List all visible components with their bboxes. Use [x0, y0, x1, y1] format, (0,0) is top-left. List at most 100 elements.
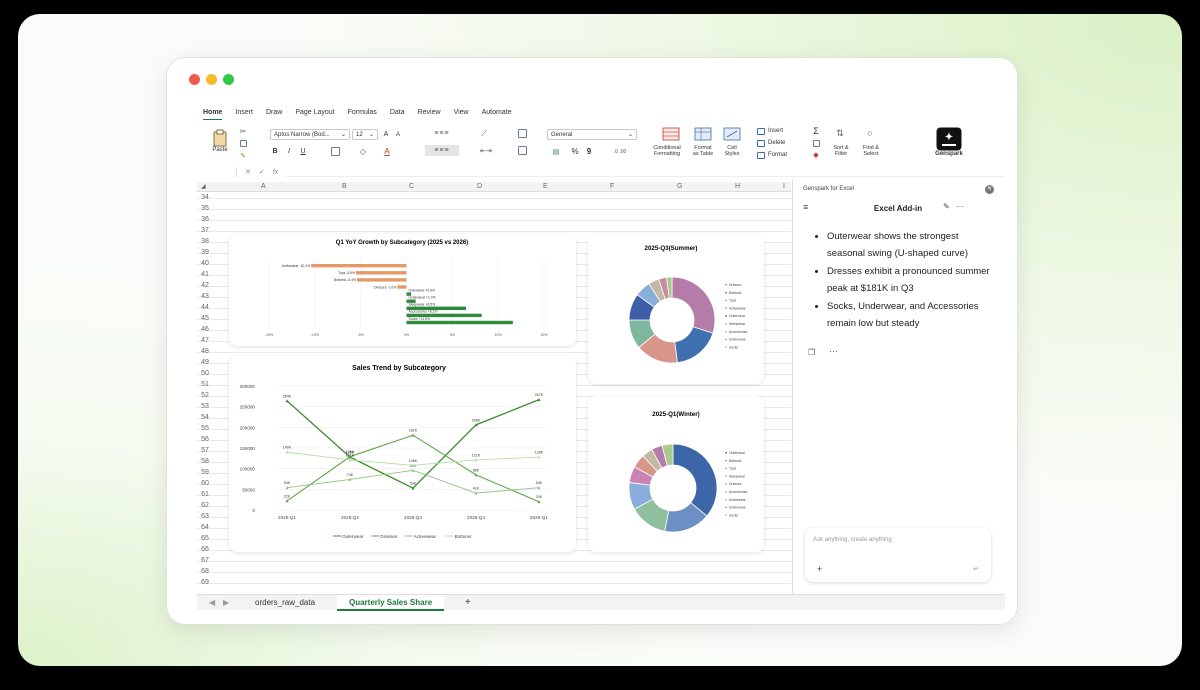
row-header[interactable]: 50 — [197, 368, 213, 379]
fill-icon[interactable] — [809, 138, 823, 148]
column-header[interactable]: B — [342, 183, 347, 190]
function-icon[interactable]: fx — [273, 169, 278, 176]
row-header[interactable]: 36 — [197, 214, 213, 225]
conditional-formatting-icon[interactable] — [655, 126, 687, 142]
row-header[interactable]: 57 — [197, 445, 213, 456]
find-select-button[interactable]: Find & Select — [857, 144, 885, 158]
row-header[interactable]: 40 — [197, 258, 213, 269]
send-icon[interactable]: ↵ — [973, 565, 979, 573]
tab-page-layout[interactable]: Page Layout — [295, 109, 334, 120]
sheet-tab-quarterly-sales-share[interactable]: Quarterly Sales Share — [337, 595, 445, 611]
paste-button[interactable]: Paste — [207, 128, 233, 154]
sort-filter-button[interactable]: Sort & Filter — [827, 144, 855, 158]
row-header[interactable]: 69 — [197, 577, 213, 588]
row-header[interactable]: 53 — [197, 401, 213, 412]
row-header[interactable]: 59 — [197, 467, 213, 478]
format-as-table-button[interactable]: Format as Table — [687, 144, 719, 158]
row-header[interactable]: 51 — [197, 379, 213, 390]
borders-icon[interactable] — [327, 146, 343, 157]
underline-button[interactable]: U — [298, 146, 308, 157]
row-header[interactable]: 60 — [197, 478, 213, 489]
more-options-icon[interactable]: ··· — [956, 202, 964, 211]
delete-cells-button[interactable]: Delete — [757, 138, 797, 148]
row-header[interactable]: 68 — [197, 566, 213, 577]
row-header[interactable]: 67 — [197, 555, 213, 566]
row-header[interactable]: 63 — [197, 511, 213, 522]
clear-icon[interactable]: ◆ — [809, 150, 823, 160]
tab-formulas[interactable]: Formulas — [348, 109, 377, 120]
row-header[interactable]: 61 — [197, 489, 213, 500]
row-header[interactable]: 47 — [197, 335, 213, 346]
font-name-select[interactable]: Aptos Narrow (Bod... ⌄ — [270, 129, 350, 140]
row-header[interactable]: 49 — [197, 357, 213, 368]
row-header[interactable]: 41 — [197, 269, 213, 280]
insert-cells-button[interactable]: Insert — [757, 126, 797, 136]
row-header[interactable]: 52 — [197, 390, 213, 401]
row-header[interactable]: 55 — [197, 423, 213, 434]
format-cells-button[interactable]: Format — [757, 150, 797, 160]
row-header[interactable]: 64 — [197, 522, 213, 533]
row-header[interactable]: 44 — [197, 302, 213, 313]
comma-button[interactable]: 9 — [585, 146, 593, 157]
bold-button[interactable]: B — [270, 146, 280, 157]
column-header[interactable]: C — [409, 183, 414, 190]
fill-color-icon[interactable]: ◇ — [355, 146, 371, 157]
row-header[interactable]: 56 — [197, 434, 213, 445]
tab-home[interactable]: Home — [203, 109, 223, 120]
row-header[interactable]: 42 — [197, 280, 213, 291]
row-header[interactable]: 65 — [197, 533, 213, 544]
row-header[interactable]: 39 — [197, 247, 213, 258]
decrease-font-icon[interactable]: A — [393, 129, 403, 140]
autosum-icon[interactable]: Σ — [809, 126, 823, 136]
row-header[interactable]: 37 — [197, 225, 213, 236]
prev-sheet-icon[interactable]: ◀ — [209, 598, 215, 607]
copy-icon[interactable]: ❐ — [808, 348, 815, 357]
column-header[interactable]: A — [261, 183, 266, 190]
chat-input-placeholder[interactable]: Ask anything, create anything — [813, 537, 892, 543]
close-window-button[interactable] — [189, 74, 200, 85]
column-header[interactable]: E — [543, 183, 548, 190]
zoom-window-button[interactable] — [223, 74, 234, 85]
column-header[interactable]: D — [477, 183, 482, 190]
row-header[interactable]: 58 — [197, 456, 213, 467]
row-header[interactable]: 34 — [197, 192, 213, 203]
new-chat-icon[interactable]: ✎ — [943, 202, 950, 211]
wrap-text-icon[interactable] — [515, 128, 529, 139]
close-icon[interactable]: ✕ — [985, 185, 994, 194]
column-header[interactable]: H — [735, 183, 740, 190]
column-header[interactable]: G — [677, 183, 682, 190]
chart-q3-summer[interactable]: 2025-Q3(Summer) Dresses Bottoms Tops Activew… — [588, 234, 764, 384]
font-color-icon[interactable]: A — [379, 146, 395, 157]
row-header[interactable]: 48 — [197, 346, 213, 357]
indent-icons[interactable]: ⇤⇥ — [475, 145, 497, 156]
column-header[interactable]: F — [610, 183, 614, 190]
tab-draw[interactable]: Draw — [266, 109, 282, 120]
chart-q1-winter[interactable]: 2025-Q1(Winter) Outerwear Bottoms Tops Sleep… — [588, 396, 764, 552]
font-size-select[interactable]: 12 ⌄ — [352, 129, 378, 140]
cell-styles-icon[interactable] — [719, 126, 745, 142]
conditional-formatting-button[interactable]: Conditional Formatting — [647, 144, 687, 158]
genspark-button[interactable]: ✦ Genspark — [929, 124, 969, 160]
formula-input[interactable] — [286, 167, 1005, 177]
more-icon[interactable]: ··· — [829, 346, 838, 356]
format-painter-icon[interactable]: ✎ — [237, 151, 249, 160]
copy-icon[interactable] — [237, 139, 249, 148]
increase-font-icon[interactable]: A — [381, 129, 391, 140]
tab-insert[interactable]: Insert — [235, 109, 253, 120]
column-header[interactable]: I — [783, 183, 785, 190]
next-sheet-icon[interactable]: ▶ — [223, 598, 229, 607]
tab-view[interactable]: View — [454, 109, 469, 120]
row-header[interactable]: 46 — [197, 324, 213, 335]
row-header[interactable]: 54 — [197, 412, 213, 423]
cell-name-box[interactable] — [197, 167, 237, 177]
italic-button[interactable]: I — [284, 146, 294, 157]
chart-sales-trend[interactable]: Sales Trend by Subcategory 0 50000 100000 15… — [229, 356, 576, 552]
search-icon[interactable]: ○ — [859, 126, 881, 140]
row-header[interactable]: 43 — [197, 291, 213, 302]
row-header[interactable]: 45 — [197, 313, 213, 324]
merge-icon[interactable] — [515, 145, 529, 156]
align-top-icons[interactable]: ≡≡≡ — [425, 128, 459, 139]
orientation-icon[interactable]: ⟋ — [475, 128, 493, 139]
chart-yoy-growth[interactable]: Q1 YoY Growth by Subcategory (2025 vs 20… — [229, 234, 576, 346]
sort-filter-icon[interactable]: ⇅ — [829, 126, 851, 140]
